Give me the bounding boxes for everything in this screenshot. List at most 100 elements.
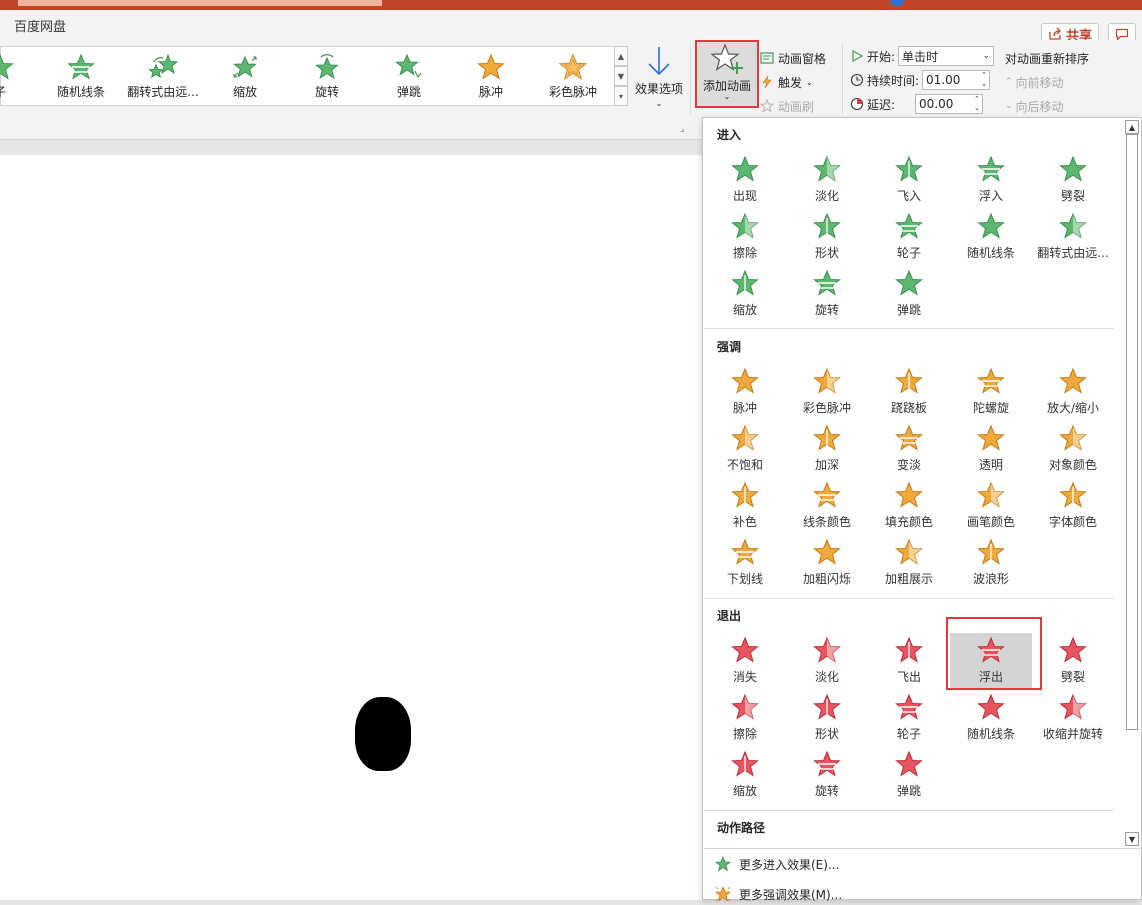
gallery-item[interactable]: 子 (0, 47, 41, 105)
scroll-up-button[interactable]: ▲ (1125, 120, 1139, 134)
gallery-scroll-up[interactable]: ▲ (614, 46, 628, 66)
exit-effect-item[interactable]: 擦除 (704, 690, 786, 745)
ribbon-tab-row: 百度网盘 共享 (0, 10, 1142, 45)
exit-effect-star-icon (812, 634, 842, 667)
add-animation-button[interactable]: 添加动画 ⌄ (695, 40, 759, 108)
slide[interactable] (0, 155, 710, 900)
gallery-item-bounce[interactable]: 弹跳 (368, 47, 450, 105)
gallery-item-spin[interactable]: 旋转 (286, 47, 368, 105)
spinner-icon[interactable]: ⌃ ⌄ (981, 71, 987, 89)
exit-effect-item[interactable]: 形状 (786, 690, 868, 745)
emphasis-effect-item[interactable]: 不饱和 (704, 421, 786, 476)
emphasis-effect-item[interactable]: 画笔颜色 (950, 478, 1032, 533)
emphasis-effect-item[interactable]: 陀螺旋 (950, 364, 1032, 419)
dialog-launcher-icon[interactable]: ⌟ (680, 124, 684, 134)
entrance-effect-item[interactable]: 出现 (704, 152, 786, 207)
move-later-button[interactable]: ⌄ 向后移动 (1005, 94, 1105, 118)
emphasis-effect-item[interactable]: 彩色脉冲 (786, 364, 868, 419)
grow-turn-icon (148, 53, 179, 79)
gallery-item-grow-turn[interactable]: 翻转式由远... (122, 47, 204, 105)
more-emphasis-effects[interactable]: 更多强调效果(M)... (715, 883, 842, 905)
entrance-effect-item[interactable]: 浮入 (950, 152, 1032, 207)
emphasis-effect-star-icon (730, 479, 760, 512)
emphasis-effect-label: 放大/缩小 (1046, 401, 1100, 415)
duration-stepper[interactable]: 01.00 ⌃ ⌄ (922, 70, 991, 90)
emphasis-effect-label: 加粗闪烁 (802, 572, 851, 586)
scroll-thumb[interactable] (1126, 134, 1138, 730)
clock-icon (850, 73, 864, 87)
emphasis-effect-star-icon (1058, 479, 1088, 512)
exit-effect-item[interactable]: 随机线条 (950, 690, 1032, 745)
emphasis-effect-item[interactable]: 线条颜色 (786, 478, 868, 533)
emphasis-effect-item[interactable]: 波浪形 (950, 535, 1032, 590)
emphasis-effect-item[interactable]: 脉冲 (704, 364, 786, 419)
tab-baidu-netdisk[interactable]: 百度网盘 (14, 16, 66, 35)
entrance-effect-item[interactable]: 淡化 (786, 152, 868, 207)
spinner-icon[interactable]: ⌃ ⌄ (974, 95, 980, 113)
exit-effect-item[interactable]: 淡化 (786, 633, 868, 688)
exit-effect-star-icon (730, 634, 760, 667)
entrance-effect-star-icon (1058, 210, 1088, 243)
redacted-shape[interactable] (355, 697, 411, 771)
entrance-effect-label: 翻转式由远... (1037, 246, 1109, 260)
user-avatar[interactable] (890, 0, 904, 6)
emphasis-effect-item[interactable]: 下划线 (704, 535, 786, 590)
emphasis-effect-item[interactable]: 加粗展示 (868, 535, 950, 590)
emphasis-effect-item[interactable]: 对象颜色 (1032, 421, 1114, 476)
entrance-effect-item[interactable]: 随机线条 (950, 209, 1032, 264)
emphasis-effect-item[interactable]: 透明 (950, 421, 1032, 476)
emphasis-effect-item[interactable]: 补色 (704, 478, 786, 533)
animation-painter-button[interactable]: 动画刷 (760, 94, 840, 118)
trigger-button[interactable]: 触发 ⌄ (760, 70, 840, 94)
entrance-effect-item[interactable]: 形状 (786, 209, 868, 264)
emphasis-effect-item[interactable]: 跷跷板 (868, 364, 950, 419)
emphasis-effect-star-icon (730, 536, 760, 569)
emphasis-effect-item[interactable]: 放大/缩小 (1032, 364, 1114, 419)
more-entrance-effects[interactable]: 更多进入效果(E)... (715, 853, 839, 875)
exit-effect-item[interactable]: 收缩并旋转 (1032, 690, 1114, 745)
emphasis-effect-item[interactable]: 变淡 (868, 421, 950, 476)
emphasis-effect-star-icon (812, 365, 842, 398)
entrance-effect-item[interactable]: 旋转 (786, 266, 868, 321)
entrance-effect-star-icon (894, 153, 924, 186)
emphasis-effect-item[interactable]: 字体颜色 (1032, 478, 1114, 533)
dropdown-scrollbar[interactable]: ▲ ▼ (1125, 120, 1139, 848)
entrance-effect-item[interactable]: 缩放 (704, 266, 786, 321)
entrance-effect-item[interactable]: 翻转式由远... (1032, 209, 1114, 264)
painter-icon (760, 99, 774, 113)
gallery-item-pulse[interactable]: 脉冲 (450, 47, 532, 105)
entrance-effect-star-icon (894, 267, 924, 300)
emphasis-effect-star-icon (976, 365, 1006, 398)
effect-options-button[interactable]: 效果选项 ⌄ (630, 44, 688, 110)
entrance-effect-item[interactable]: 弹跳 (868, 266, 950, 321)
exit-effect-star-icon (894, 634, 924, 667)
entrance-effect-item[interactable]: 飞入 (868, 152, 950, 207)
exit-effect-item[interactable]: 消失 (704, 633, 786, 688)
scroll-down-button[interactable]: ▼ (1125, 832, 1139, 846)
delay-stepper[interactable]: 00.00 ⌃ ⌄ (915, 94, 984, 114)
emphasis-effect-item[interactable]: 填充颜色 (868, 478, 950, 533)
entrance-effect-item[interactable]: 擦除 (704, 209, 786, 264)
gallery-scroll-down[interactable]: ▼ (614, 66, 628, 86)
entrance-effect-item[interactable]: 轮子 (868, 209, 950, 264)
exit-effect-item[interactable]: 弹跳 (868, 747, 950, 802)
exit-effect-item[interactable]: 缩放 (704, 747, 786, 802)
exit-effect-item[interactable]: 轮子 (868, 690, 950, 745)
animation-pane-button[interactable]: 动画窗格 (760, 46, 840, 70)
exit-effect-item[interactable]: 旋转 (786, 747, 868, 802)
gallery-expand[interactable]: ▾ (614, 86, 628, 106)
emphasis-effect-star-icon (812, 536, 842, 569)
entrance-effect-star-icon (730, 267, 760, 300)
gallery-item-zoom[interactable]: 缩放 (204, 47, 286, 105)
start-select[interactable]: 单击时 ⌄ (898, 46, 995, 66)
gallery-item-random-bars[interactable]: 随机线条 (40, 47, 122, 105)
entrance-effect-item[interactable]: 劈裂 (1032, 152, 1114, 207)
emphasis-effect-star-icon (976, 536, 1006, 569)
divider (704, 598, 1114, 599)
emphasis-effect-item[interactable]: 加粗闪烁 (786, 535, 868, 590)
gallery-item-color-pulse[interactable]: 彩色脉冲 (532, 47, 614, 105)
move-earlier-button[interactable]: ⌃ 向前移动 (1005, 70, 1105, 94)
exit-effect-item[interactable]: 飞出 (868, 633, 950, 688)
exit-effect-item[interactable]: 劈裂 (1032, 633, 1114, 688)
emphasis-effect-item[interactable]: 加深 (786, 421, 868, 476)
